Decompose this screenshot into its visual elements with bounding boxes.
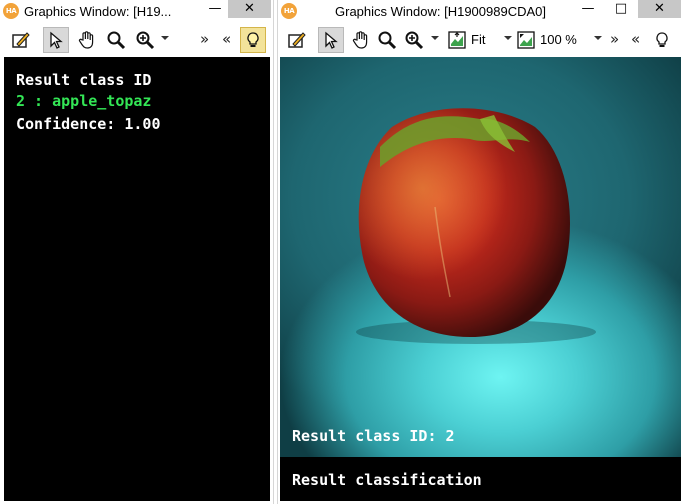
right-titlebar[interactable]: HA Graphics Window: [H1900989CDA0] — □ ✕ [278,0,682,24]
more-icon[interactable]: » [200,30,209,48]
pointer-icon[interactable] [318,27,344,53]
pointer-icon[interactable] [43,27,69,53]
window-title: Graphics Window: [H19... [24,4,172,19]
result-class-id-label: Result class ID [16,71,152,89]
close-button[interactable]: ✕ [228,0,271,18]
bulb-icon[interactable] [649,27,675,53]
result-classification-label: Result classification [292,471,482,489]
confidence-value: Confidence: 1.00 [16,115,161,133]
zoom-icon[interactable] [132,27,158,53]
zoom-level-label[interactable]: 100 % [540,32,577,47]
apple-image [356,108,596,344]
bulb-icon[interactable] [240,27,266,53]
hand-icon[interactable] [348,27,374,53]
chevron-down-icon[interactable] [161,36,169,40]
maximize-button[interactable]: □ [606,0,636,18]
magnifier-icon[interactable] [374,27,400,53]
zoom-icon[interactable] [401,27,427,53]
edit-icon[interactable] [8,27,34,53]
left-titlebar[interactable]: HA Graphics Window: [H19... — ✕ [0,0,273,24]
app-icon: HA [3,3,19,19]
minimize-button[interactable]: — [573,0,603,18]
edit-icon[interactable] [284,27,310,53]
fit-icon[interactable] [446,27,468,53]
app-icon: HA [281,3,297,19]
collapse-icon[interactable]: « [222,30,231,48]
right-graphics-window: HA Graphics Window: [H1900989CDA0] — □ ✕… [277,0,682,504]
collapse-icon[interactable]: « [631,30,640,48]
chevron-down-icon[interactable] [431,36,439,40]
image-view[interactable]: Result class ID: 2 [280,57,681,457]
result-class-name: 2 : apple_topaz [16,92,152,110]
zoom-level-icon[interactable] [515,27,537,53]
fit-label[interactable]: Fit [471,32,485,47]
close-button[interactable]: ✕ [638,0,681,18]
fit-dropdown-icon[interactable] [504,36,512,40]
zoom-dropdown-icon[interactable] [594,36,602,40]
more-icon[interactable]: » [610,30,619,48]
minimize-button[interactable]: — [200,0,230,18]
image-overlay-label: Result class ID: 2 [292,427,455,445]
window-title: Graphics Window: [H1900989CDA0] [335,4,546,19]
magnifier-icon[interactable] [103,27,129,53]
left-toolbar: » « [0,24,273,56]
result-text-pane: Result class ID 2 : apple_topaz Confiden… [4,57,270,501]
result-bar: Result classification [280,457,681,501]
right-toolbar: Fit 100 % » « [278,24,682,56]
left-graphics-window: HA Graphics Window: [H19... — ✕ » « Resu… [0,0,274,504]
hand-icon[interactable] [74,27,100,53]
